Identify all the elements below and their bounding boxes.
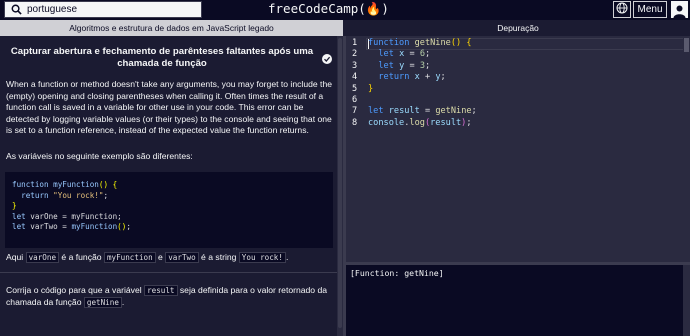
- example-code-block: function myFunction() { return "You rock…: [5, 172, 333, 248]
- search-icon: [9, 3, 23, 17]
- explanation-paragraph: Aqui varOne é a função myFunction e varT…: [6, 252, 289, 263]
- example-intro: As variáveis no seguinte exemplo são dif…: [6, 151, 193, 161]
- console-scrollbar[interactable]: [683, 265, 690, 336]
- instructions-panel: Capturar abertura e fechamento de parênt…: [0, 36, 337, 336]
- inline-code: result: [144, 285, 178, 296]
- line-number: 1: [352, 38, 358, 48]
- inline-code: varOne: [25, 252, 60, 263]
- editor-line[interactable]: console.log(result);: [368, 118, 472, 129]
- console-text: [Function: getNine]: [350, 268, 444, 278]
- code-line: return "You rock!";: [21, 190, 109, 200]
- search-input[interactable]: [27, 4, 197, 15]
- line-number: 7: [352, 106, 358, 117]
- code-editor[interactable]: 1 2 3 4 5 6 7 8 function getNine() { let…: [346, 36, 690, 262]
- code-line: function myFunction() {: [12, 180, 118, 189]
- inline-code: myFunction: [103, 252, 156, 263]
- check-circle-icon: [322, 54, 332, 64]
- user-avatar-icon[interactable]: [671, 1, 688, 18]
- divider: [0, 272, 337, 273]
- line-number: 4: [352, 72, 358, 83]
- line-number: 3: [352, 60, 358, 71]
- task-paragraph: Corrija o código para que a variável res…: [6, 285, 328, 308]
- globe-icon: [616, 1, 628, 19]
- description-paragraph: When a function or method doesn't take a…: [6, 79, 333, 136]
- inline-code: varTwo: [165, 252, 199, 263]
- language-button[interactable]: [613, 1, 631, 18]
- editor-line[interactable]: let y = 3;: [368, 61, 430, 72]
- code-line: }: [12, 201, 17, 211]
- code-line: let varOne = myFunction;: [12, 211, 122, 221]
- search-bar[interactable]: [4, 1, 202, 18]
- editor-line[interactable]: function getNine() {: [368, 38, 472, 49]
- editor-scrollbar[interactable]: [683, 36, 690, 262]
- line-number: 2: [352, 49, 358, 60]
- editor-line[interactable]: return x + y;: [368, 72, 445, 83]
- code-line: let varTwo = myFunction();: [12, 222, 131, 232]
- challenge-title: Capturar abertura e fechamento de parênt…: [10, 46, 314, 69]
- line-number: 8: [352, 117, 358, 128]
- line-number: 5: [352, 83, 358, 94]
- tab-curriculum[interactable]: Algoritmos e estrutura de dados em JavaS…: [0, 20, 343, 36]
- editor-line[interactable]: let result = getNine;: [368, 106, 477, 117]
- brand-logo[interactable]: freeCodeCamp(🔥): [268, 1, 389, 17]
- inline-code: getNine: [83, 296, 122, 308]
- tab-debugging[interactable]: Depuração: [346, 20, 690, 36]
- inline-code: You rock!: [238, 252, 286, 263]
- line-number: 6: [352, 95, 358, 105]
- menu-button[interactable]: Menu: [633, 1, 667, 18]
- editor-line[interactable]: }: [368, 84, 373, 95]
- editor-line[interactable]: let x = 6;: [368, 49, 430, 60]
- console-output: [Function: getNine]: [346, 265, 690, 336]
